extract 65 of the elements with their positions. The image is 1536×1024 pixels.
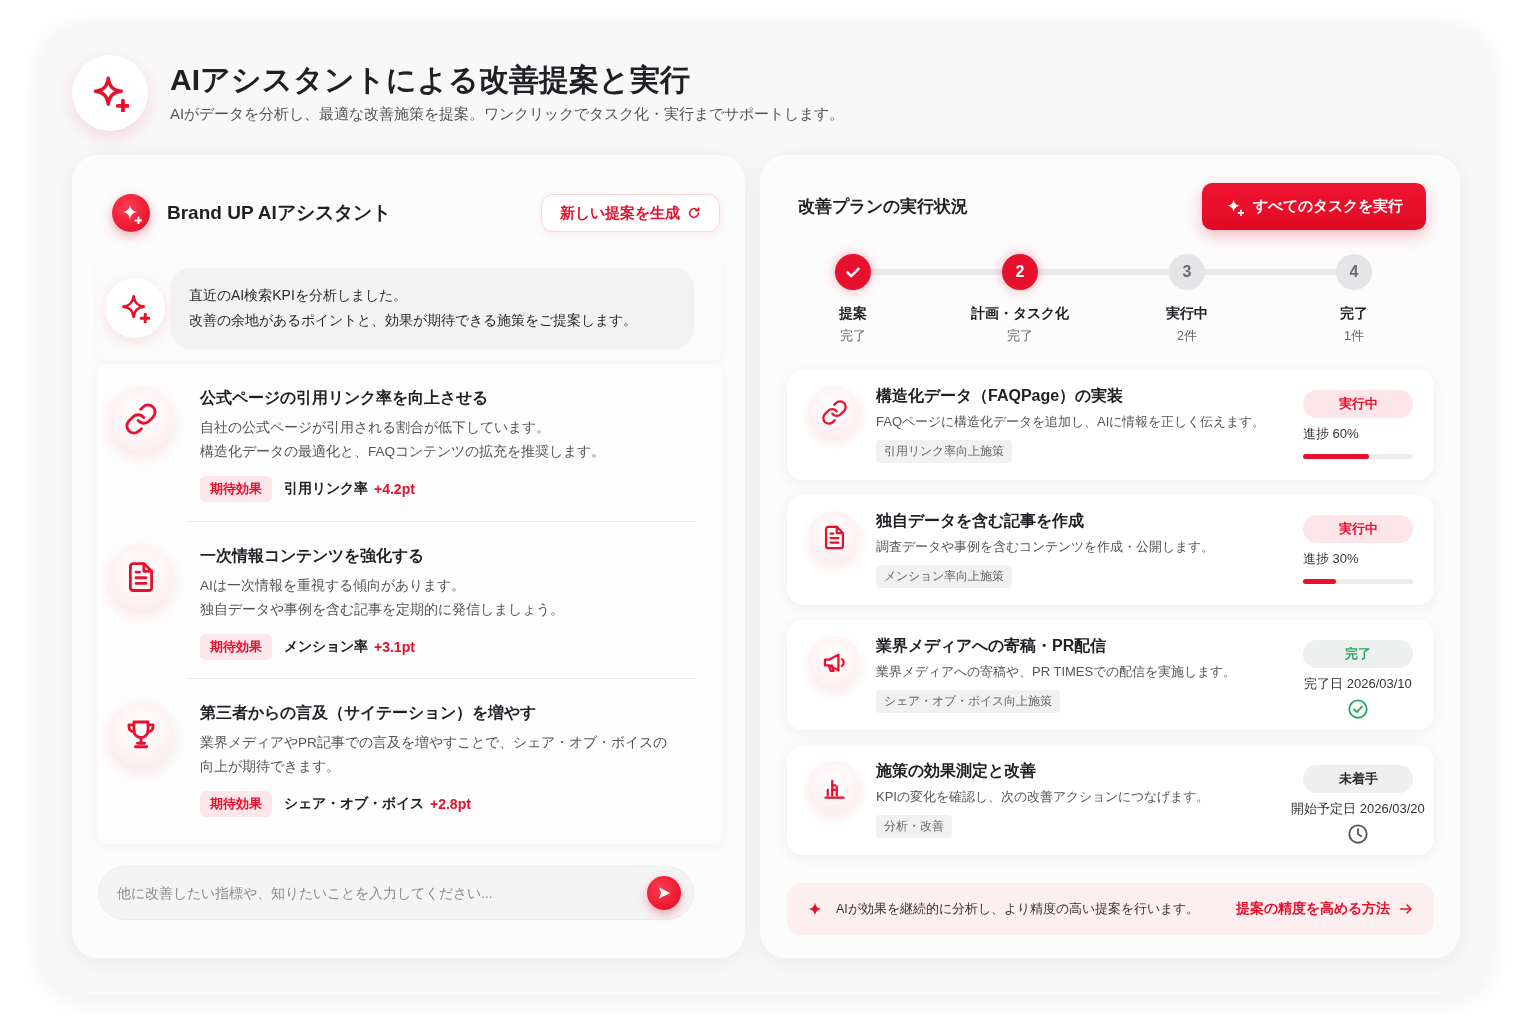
completion-date: 完了日 2026/03/10 <box>1304 675 1412 693</box>
suggestion-description: 独自データや事例を含む記事を定期的に発信しましょう。 <box>200 601 565 619</box>
step-label: 完了 <box>1340 304 1368 323</box>
effect-tag: 期待効果 <box>200 476 272 502</box>
arrow-right-icon <box>1398 901 1414 917</box>
effect-tag: 期待効果 <box>200 634 272 660</box>
suggestion-description: 業界メディアやPR記事での言及を増やすことで、シェア・オブ・ボイスの向上が期待できます。 <box>200 734 668 776</box>
task-tag: 引用リンク率向上施策 <box>876 440 1012 463</box>
refresh-icon <box>687 206 701 220</box>
step-status: 2件 <box>1177 328 1197 345</box>
status-badge: 実行中 <box>1303 515 1413 543</box>
step-number: 2 <box>1002 254 1038 290</box>
step-status: 1件 <box>1344 328 1364 345</box>
progress-label: 進捗 30% <box>1303 550 1359 568</box>
suggestion-description: AIは一次情報を重視する傾向があります。 <box>200 577 466 595</box>
suggestion-title: 一次情報コンテンツを強化する <box>200 546 425 566</box>
effect-value: +3.1pt <box>374 639 415 655</box>
task-title: 業界メディアへの寄稿・PR配信 <box>876 636 1107 656</box>
suggestion-title: 公式ページの引用リンク率を向上させる <box>200 388 489 408</box>
effect-tag: 期待効果 <box>200 791 272 817</box>
sparkle-icon <box>112 194 150 232</box>
assistant-name: Brand UP AIアシスタント <box>167 201 391 225</box>
status-badge: 完了 <box>1303 640 1413 668</box>
task-title: 構造化データ（FAQPage）の実装 <box>876 386 1124 406</box>
run-all-tasks-button[interactable]: すべてのタスクを実行 <box>1202 183 1426 230</box>
task-description: 調査データや事例を含むコンテンツを作成・公開します。 <box>876 538 1214 556</box>
task-tag: シェア・オブ・ボイス向上施策 <box>876 690 1060 713</box>
status-badge: 未着手 <box>1303 765 1413 793</box>
task-title: 施策の効果測定と改善 <box>876 761 1036 781</box>
effect-metric: 引用リンク率 <box>284 480 368 498</box>
step-label: 提案 <box>839 304 867 323</box>
effect-value: +4.2pt <box>374 481 415 497</box>
task-title: 独自データを含む記事を作成 <box>876 511 1084 531</box>
generate-suggestions-button[interactable]: 新しい提案を生成 <box>541 194 720 232</box>
chat-input-field[interactable]: 他に改善したい指標や、知りたいことを入力してください... <box>98 866 694 920</box>
step-status: 完了 <box>1007 328 1033 345</box>
step-status: 完了 <box>840 328 866 345</box>
suggestion-description: 構造化データの最適化と、FAQコンテンツの拡充を推奨します。 <box>200 443 606 461</box>
check-circle-icon <box>1347 698 1369 720</box>
suggestion-description: 自社の公式ページが引用される割合が低下しています。 <box>200 419 551 437</box>
message-text: 直近のAI検索KPIを分析しました。 <box>189 285 408 305</box>
task-description: FAQページに構造化データを追加し、AIに情報を正しく伝えます。 <box>876 413 1266 431</box>
suggestion-title: 第三者からの言及（サイテーション）を増やす <box>200 703 537 723</box>
page-subtitle: AIがデータを分析し、最適な改善施策を提案。ワンクリックでタスク化・実行までサポートします。 <box>170 104 845 124</box>
progress-label: 進捗 60% <box>1303 425 1359 443</box>
step-label: 計画・タスク化 <box>971 304 1069 323</box>
message-text: 改善の余地があるポイントと、効果が期待できる施策をご提案します。 <box>189 310 638 330</box>
step-number: 4 <box>1336 254 1372 290</box>
page-title: AIアシスタントによる改善提案と実行 <box>170 62 691 98</box>
effect-metric: シェア・オブ・ボイス <box>284 795 424 813</box>
plan-title: 改善プランの実行状況 <box>798 196 968 218</box>
effect-value: +2.8pt <box>430 796 471 812</box>
task-tag: メンション率向上施策 <box>876 565 1012 588</box>
sparkle-icon <box>1225 197 1244 216</box>
clock-icon <box>1347 823 1369 845</box>
step-label: 実行中 <box>1166 304 1208 323</box>
task-tag: 分析・改善 <box>876 815 952 838</box>
task-description: KPIの変化を確認し、次の改善アクションにつなげます。 <box>876 788 1209 806</box>
status-badge: 実行中 <box>1303 390 1413 418</box>
task-description: 業界メディアへの寄稿や、PR TIMESでの配信を実施します。 <box>876 663 1237 681</box>
effect-metric: メンション率 <box>284 638 368 656</box>
info-text: AIが効果を継続的に分析し、より精度の高い提案を行います。 <box>836 900 1200 918</box>
step-number: 3 <box>1169 254 1205 290</box>
accuracy-link[interactable]: 提案の精度を高める方法 <box>1236 900 1414 918</box>
scheduled-date: 開始予定日 2026/03/20 <box>1291 800 1425 818</box>
